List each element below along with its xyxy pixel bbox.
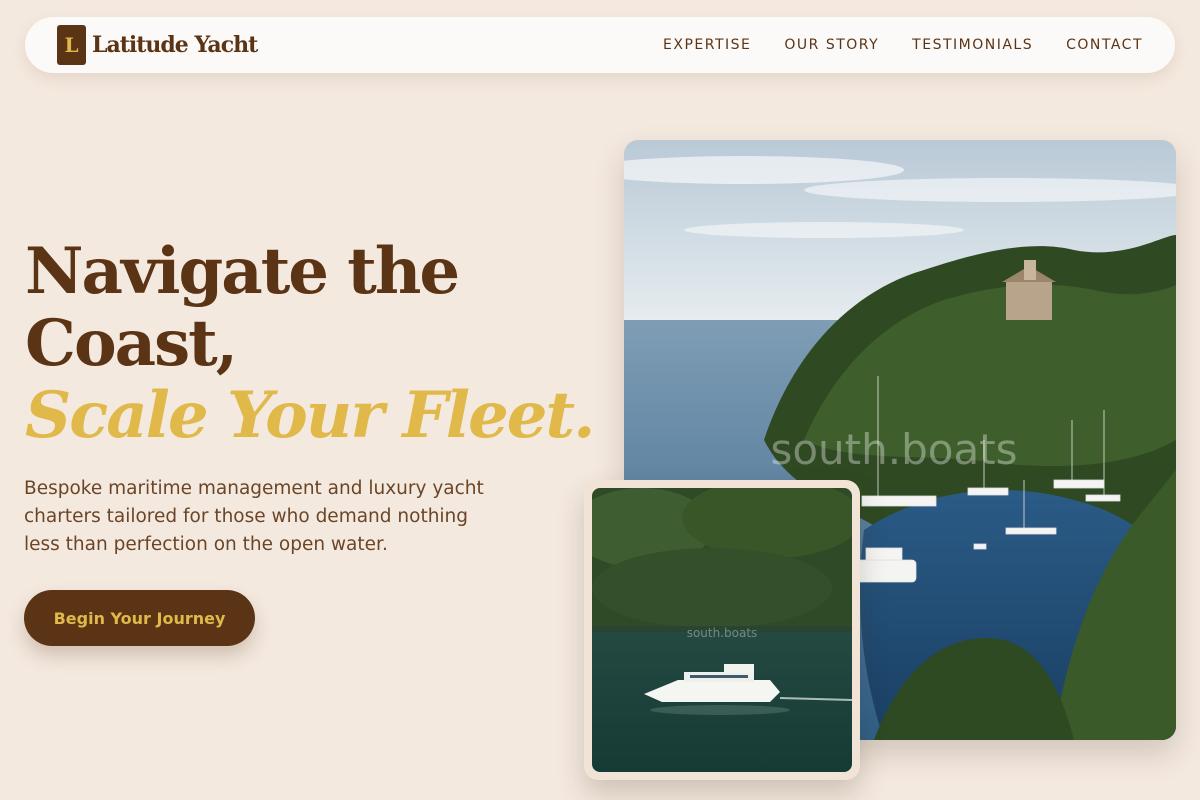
yacht-photo-frame: south.boats (584, 480, 860, 780)
hero-title-line2: Coast, (25, 306, 238, 381)
main-photo-watermark: south.boats (770, 425, 1017, 474)
main-menu: EXPERTISE OUR STORY TESTIMONIALS CONTACT (663, 37, 1143, 53)
nav-item-contact[interactable]: CONTACT (1066, 37, 1143, 53)
nav-item-our-story[interactable]: OUR STORY (784, 37, 879, 53)
top-nav: L Latitude Yacht EXPERTISE OUR STORY TES… (25, 17, 1175, 73)
logo-icon: L (57, 25, 86, 65)
yacht-photo: south.boats (592, 488, 852, 772)
brand-name: Latitude Yacht (92, 32, 258, 58)
hero-title: Navigate the Coast, Scale Your Fleet. (25, 236, 625, 452)
brand[interactable]: L Latitude Yacht (57, 25, 258, 65)
begin-journey-button[interactable]: Begin Your Journey (24, 590, 255, 646)
hero-title-accent: Scale Your Fleet. (25, 378, 595, 453)
nav-item-testimonials[interactable]: TESTIMONIALS (912, 37, 1033, 53)
hero-title-line1: Navigate the (25, 234, 460, 309)
small-photo-watermark: south.boats (687, 626, 758, 640)
nav-item-expertise[interactable]: EXPERTISE (663, 37, 751, 53)
hero-description: Bespoke maritime management and luxury y… (24, 478, 484, 555)
